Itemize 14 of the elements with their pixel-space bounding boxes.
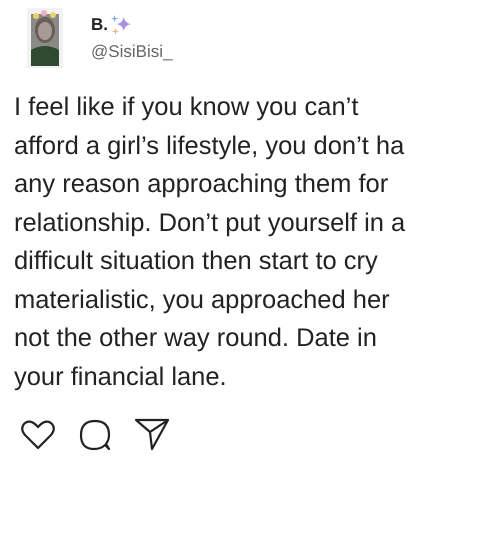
user-name: B. — [91, 15, 108, 35]
tweet-text-line: difficult situation then start to cry — [14, 246, 378, 277]
send-icon[interactable] — [134, 418, 170, 452]
tweet-text-line: I feel like if you know you can’t — [14, 92, 358, 123]
heart-icon[interactable] — [20, 419, 56, 451]
tweet-text-line: relationship. Don’t put yourself in a — [14, 208, 406, 238]
sparkles-icon — [110, 14, 132, 36]
tweet-text-line: materialistic, you approached her — [14, 284, 390, 316]
user-handle: @SisiBisi_ — [91, 42, 172, 62]
tweet-text-line: your financial lane. — [14, 362, 227, 392]
speech-bubble-icon[interactable] — [78, 418, 112, 452]
tweet-text-line: afford a girl’s lifestyle, you don’t ha — [14, 130, 404, 162]
tweet-text-line: not the other way round. Date in — [14, 323, 377, 354]
tweet-text-line: any reason approaching them for — [14, 169, 388, 200]
